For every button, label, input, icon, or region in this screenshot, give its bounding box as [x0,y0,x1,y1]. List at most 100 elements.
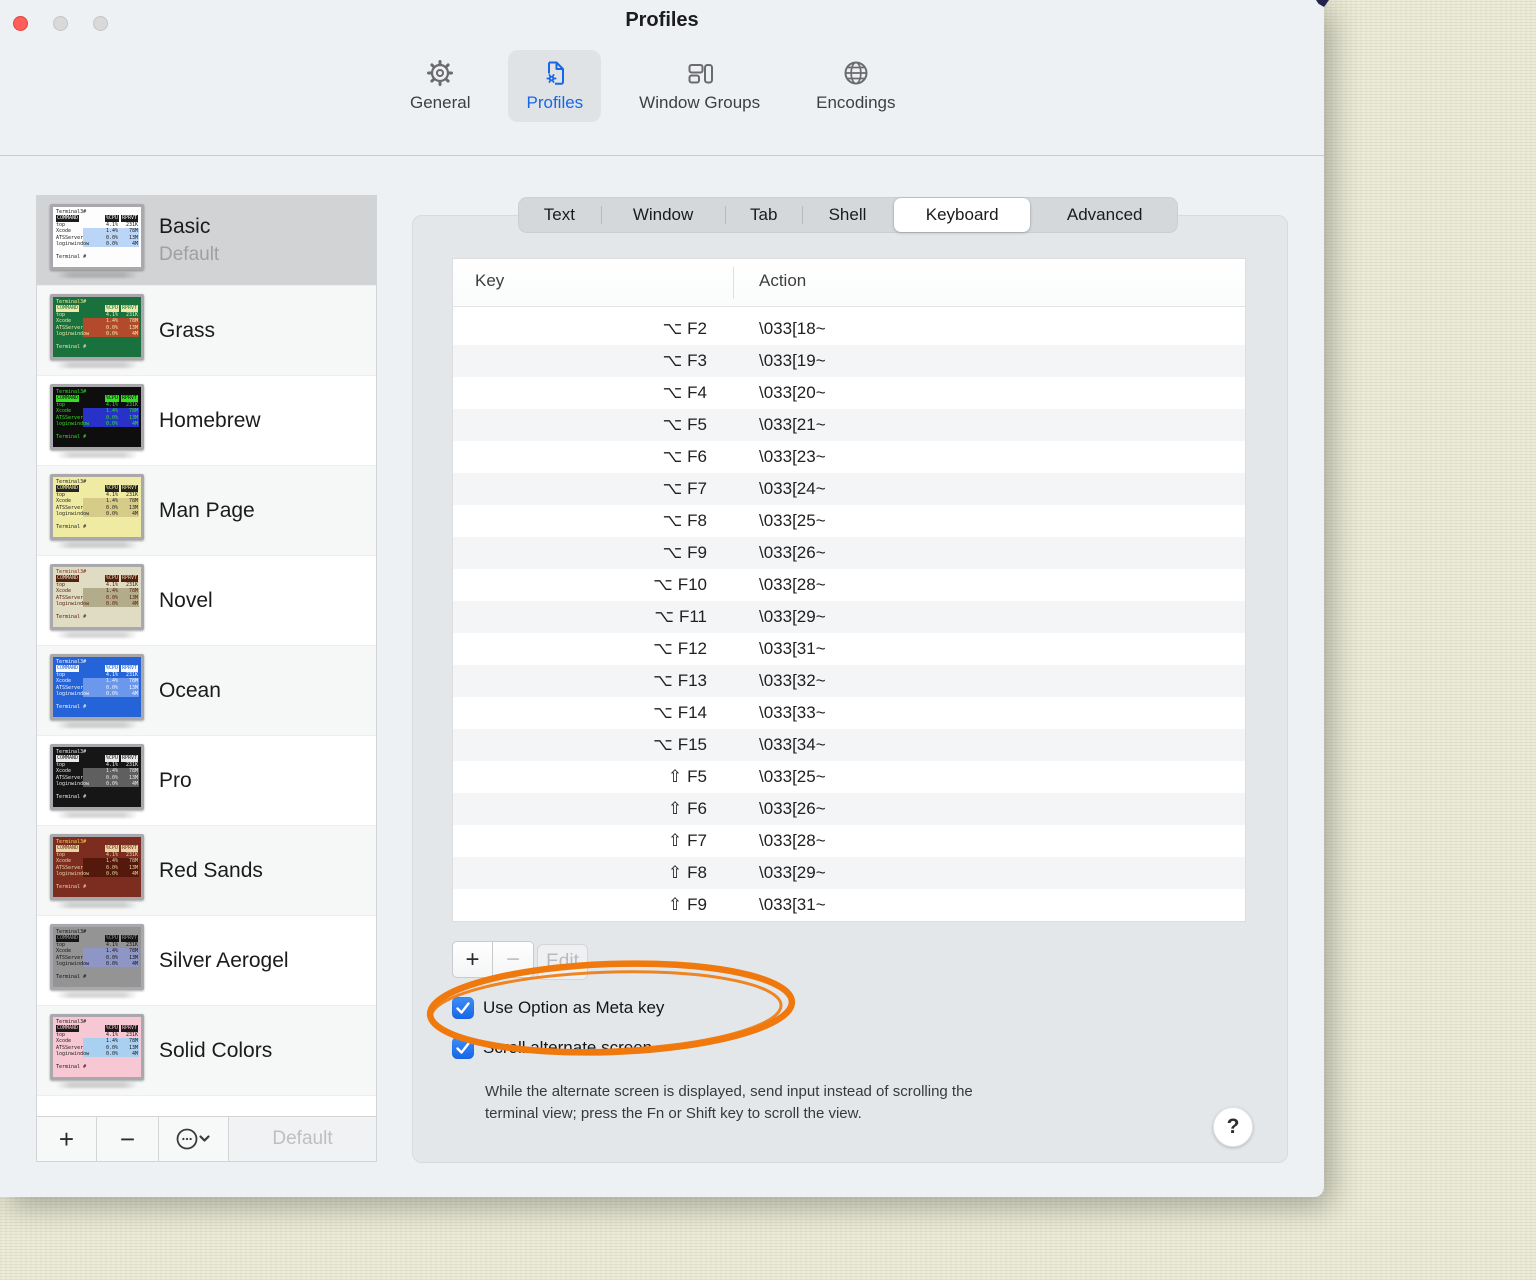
profile-thumbnail: Terminal3# COMMAND %CPU RPRVT top 4.1% 231K… [50,383,144,458]
table-body: ⌥ F2 \033[18~ ⌥ F3 \033[19~ ⌥ F4 \033[20~ ⌥ F5 \033… [453,307,1245,921]
key-cell: ⌥ F13 [653,671,707,691]
keymap-row[interactable]: ⌥ F4 \033[20~ [453,377,1245,409]
keymap-row[interactable]: ⌥ F14 \033[33~ [453,697,1245,729]
profile-row-silver-aerogel[interactable]: Terminal3# COMMAND %CPU RPRVT top 4.1% 231K… [37,916,376,1006]
profile-text: Pro [159,769,192,793]
set-default-button[interactable]: Default [229,1117,376,1161]
toolbar-divider [0,155,1324,156]
keymap-row[interactable]: ⇧ F8 \033[29~ [453,857,1245,889]
profile-thumbnail: Terminal3# COMMAND %CPU RPRVT top 4.1% 231K… [50,473,144,548]
key-cell: ⌥ F4 [662,383,707,403]
keymap-row[interactable]: ⇧ F5 \033[25~ [453,761,1245,793]
use-option-as-meta-checkbox[interactable] [452,997,474,1019]
window-title: Profiles [625,9,699,31]
key-cell: ⌥ F15 [653,735,707,755]
remove-key-button[interactable]: − [493,941,534,978]
keymap-row[interactable]: ⌥ F7 \033[24~ [453,473,1245,505]
tab-shell[interactable]: Shell [802,197,893,233]
profile-text: Red Sands [159,859,263,883]
help-button[interactable]: ? [1213,1107,1253,1147]
profile-actions-menu-button[interactable] [159,1117,229,1161]
profile-thumbnail: Terminal3# COMMAND %CPU RPRVT top 4.1% 231K… [50,833,144,908]
table-header: Key Action [453,259,1245,307]
profile-row-grass[interactable]: Terminal3# COMMAND %CPU RPRVT top 4.1% 231K… [37,286,376,376]
keymap-row[interactable]: ⌥ F8 \033[25~ [453,505,1245,537]
profile-row-homebrew[interactable]: Terminal3# COMMAND %CPU RPRVT top 4.1% 231K… [37,376,376,466]
keymap-row[interactable]: ⌥ F12 \033[31~ [453,633,1245,665]
keymap-row[interactable]: ⌥ F6 \033[23~ [453,441,1245,473]
profile-text: Basic Default [159,215,219,266]
key-cell: ⇧ F7 [667,831,707,851]
profile-row-solid-colors[interactable]: Terminal3# COMMAND %CPU RPRVT top 4.1% 231K… [37,1006,376,1096]
toolbar-item-window-groups[interactable]: Window Groups [621,50,778,122]
edit-key-button[interactable]: Edit [537,944,588,980]
tab-text[interactable]: Text [518,197,601,233]
profile-name: Basic [159,215,211,238]
keymap-row[interactable]: ⌥ F5 \033[21~ [453,409,1245,441]
keymap-row[interactable]: ⇧ F6 \033[26~ [453,793,1245,825]
profile-name: Novel [159,588,213,612]
sidebar-footer: + − Default [37,1116,376,1161]
window-groups-icon [688,64,713,84]
terminal-preferences-window: Profiles General Profiles Window Groups … [0,0,1324,1197]
profile-row-red-sands[interactable]: Terminal3# COMMAND %CPU RPRVT top 4.1% 231K… [37,826,376,916]
profile-thumbnail: Terminal3# COMMAND %CPU RPRVT top 4.1% 231K… [50,1013,144,1088]
key-cell: ⇧ F6 [667,799,707,819]
key-cell: ⌥ F11 [654,607,707,627]
tab-advanced[interactable]: Advanced [1031,197,1178,233]
tab-tab[interactable]: Tab [725,197,802,233]
key-cell: ⌥ F2 [662,319,707,339]
toolbar-item-encodings[interactable]: Encodings [798,50,913,122]
key-cell: ⌥ F7 [662,479,707,499]
action-cell: \033[32~ [759,671,826,690]
key-cell: ⌥ F9 [662,543,707,563]
action-cell: \033[24~ [759,479,826,498]
action-cell: \033[31~ [759,895,826,914]
toolbar-item-profiles[interactable]: Profiles [508,50,602,122]
use-option-as-meta-label[interactable]: Use Option as Meta key [483,998,664,1018]
action-cell: \033[23~ [759,447,826,466]
use-option-as-meta-row: Use Option as Meta key [452,997,664,1019]
checkmark-icon [456,1042,470,1054]
action-cell: \033[33~ [759,703,826,722]
action-cell: \033[20~ [759,383,826,402]
keymap-row[interactable]: ⌥ F9 \033[26~ [453,537,1245,569]
profile-text: Solid Colors [159,1039,272,1063]
keymap-row[interactable]: ⌥ F15 \033[34~ [453,729,1245,761]
profile-row-pro[interactable]: Terminal3# COMMAND %CPU RPRVT top 4.1% 231K… [37,736,376,826]
profile-row-novel[interactable]: Terminal3# COMMAND %CPU RPRVT top 4.1% 231K… [37,556,376,646]
profile-name: Man Page [159,498,255,522]
action-cell: \033[21~ [759,415,826,434]
keymap-row[interactable]: ⌥ F2 \033[18~ [453,313,1245,345]
keymap-row[interactable]: ⌥ F11 \033[29~ [453,601,1245,633]
profile-name: Homebrew [159,408,261,432]
add-key-button[interactable]: + [452,941,493,978]
profile-text: Man Page [159,499,255,523]
column-header-action: Action [759,271,807,290]
scroll-alternate-screen-label[interactable]: Scroll alternate screen [483,1038,652,1058]
keymap-row[interactable]: ⇧ F7 \033[28~ [453,825,1245,857]
profile-row-man-page[interactable]: Terminal3# COMMAND %CPU RPRVT top 4.1% 231K… [37,466,376,556]
toolbar-label: General [410,93,471,112]
scroll-alternate-screen-checkbox[interactable] [452,1037,474,1059]
keymap-row[interactable]: ⌥ F10 \033[28~ [453,569,1245,601]
add-profile-button[interactable]: + [37,1117,97,1161]
keymap-row[interactable]: ⌥ F13 \033[32~ [453,665,1245,697]
profile-thumbnail: Terminal3# COMMAND %CPU RPRVT top 4.1% 231K… [50,743,144,818]
keymap-row[interactable]: ⌥ F3 \033[19~ [453,345,1245,377]
tab-window[interactable]: Window [600,197,726,233]
tab-keyboard[interactable]: Keyboard [893,198,1031,232]
profile-thumbnail: Terminal3# COMMAND %CPU RPRVT top 4.1% 231K… [50,293,144,368]
key-cell: ⌥ F5 [662,415,707,435]
action-cell: \033[34~ [759,735,826,754]
profile-row-ocean[interactable]: Terminal3# COMMAND %CPU RPRVT top 4.1% 231K… [37,646,376,736]
table-add-remove-group: + − [452,941,534,978]
profile-text: Ocean [159,679,221,703]
column-divider [733,267,734,299]
action-cell: \033[28~ [759,831,826,850]
profile-row-basic[interactable]: Terminal3# COMMAND %CPU RPRVT top 4.1% 231K… [37,196,376,286]
keymap-row[interactable]: ⇧ F9 \033[31~ [453,889,1245,921]
remove-profile-button[interactable]: − [97,1117,159,1161]
toolbar-item-general[interactable]: General [392,50,488,122]
key-cell: ⌥ F12 [653,639,707,659]
